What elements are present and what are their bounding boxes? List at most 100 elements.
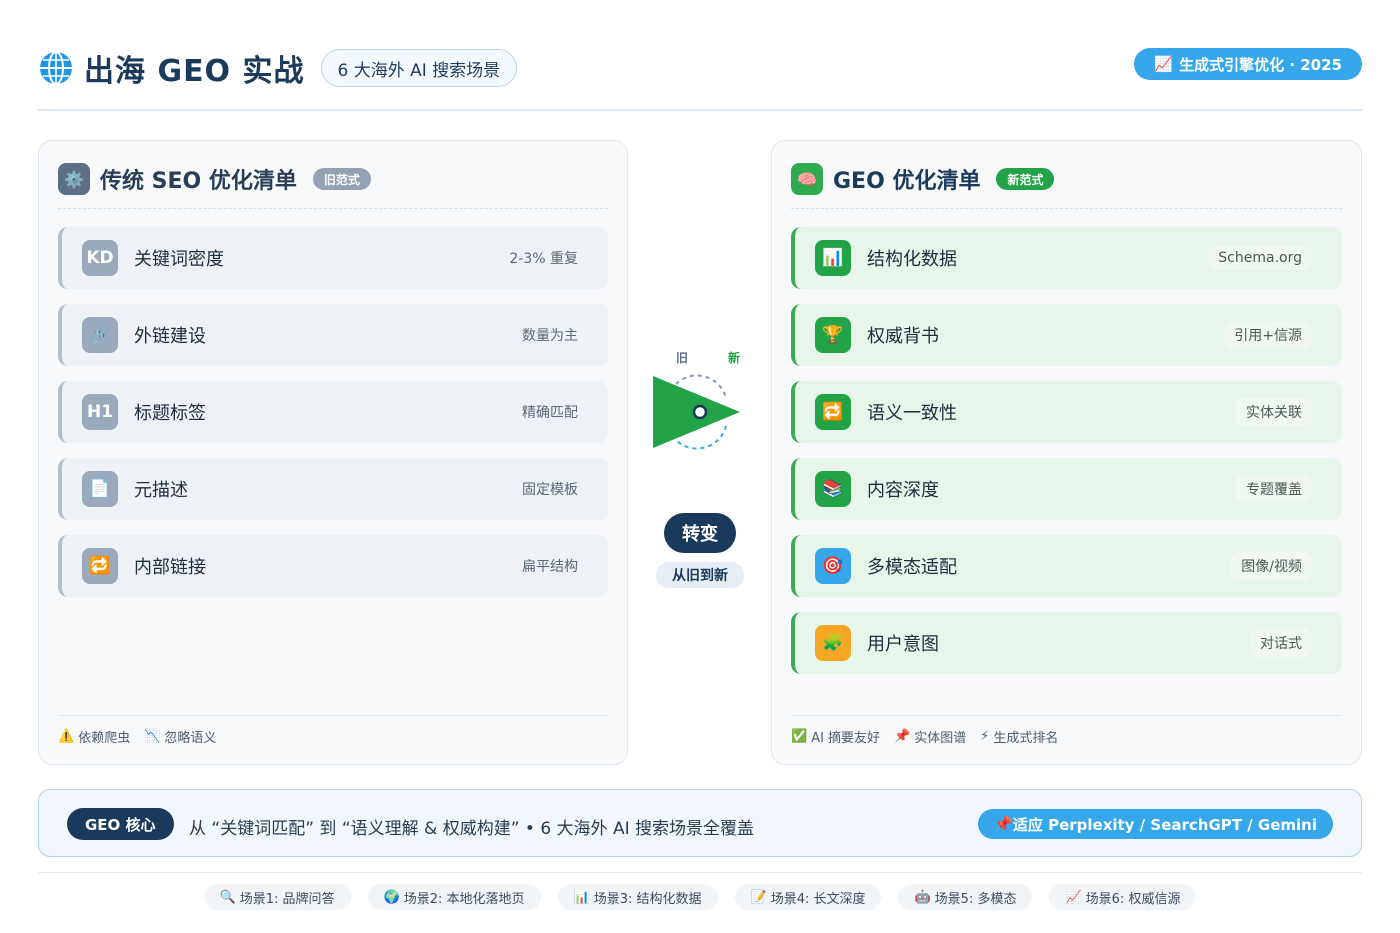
seo-item-backlinks: 🔗 外链建设 数量为主	[58, 304, 608, 366]
puzzle-icon: 🧩	[815, 625, 851, 661]
geo-footer-text: AI 摘要友好	[811, 731, 881, 746]
geo-core-banner: GEO 核心 从 “关键词匹配” 到 “语义理解 & 权威构建” • 6 大海外…	[38, 789, 1362, 857]
geo-item-label: 语义一致性	[867, 403, 957, 424]
pin-icon: 📌	[894, 729, 911, 744]
trophy-icon: 🏆	[815, 317, 851, 353]
seo-panel-title: 传统 SEO 优化清单	[100, 169, 297, 194]
seo-footer-text: 依赖爬虫	[78, 731, 131, 746]
geo-core-pill: GEO 核心	[67, 808, 174, 840]
old-paradigm-badge: 旧范式	[312, 168, 371, 190]
scene-label: 场景4: 长文深度	[770, 891, 866, 907]
h1-icon: H1	[82, 394, 118, 430]
geo-item-tag: 实体关联	[1236, 398, 1312, 426]
geo-item-tag: 引用+信源	[1224, 321, 1312, 349]
geo-item-label: 多模态适配	[867, 557, 957, 578]
geo-panel-title: GEO 优化清单	[833, 169, 981, 194]
old-label: 旧	[676, 351, 689, 365]
seo-item-title-tags: H1 标题标签 精确匹配	[58, 381, 608, 443]
geo-footer: ✅ AI 摘要友好 📌 实体图谱 ⚡ 生成式排名	[791, 727, 1058, 746]
geo-item-tag: 图像/视频	[1231, 552, 1312, 580]
seo-item-tag: 精确匹配	[522, 405, 578, 421]
check-icon: ✅	[791, 729, 808, 744]
robot-icon: 🤖	[914, 889, 931, 905]
scene-label: 场景1: 品牌问答	[239, 891, 335, 907]
scene-chips: 🔍 场景1: 品牌问答 🌍 场景2: 本地化落地页 📊 场景3: 结构化数据 📝…	[0, 884, 1400, 910]
bar-chart-icon: 📊	[573, 889, 590, 905]
chart-down-icon: 📉	[144, 729, 161, 744]
bar-chart-icon: 📊	[815, 240, 851, 276]
pin-icon: 📌	[994, 815, 1013, 833]
scene-label: 场景5: 多模态	[934, 891, 1017, 907]
platforms-badge: 📌 适应 Perplexity / SearchGPT / Gemini	[978, 809, 1333, 839]
transform-subtitle: 从旧到新	[656, 562, 744, 588]
chart-up-icon: 📈	[1154, 55, 1174, 73]
geo-item-label: 结构化数据	[867, 249, 957, 270]
platforms-label: 适应 Perplexity / SearchGPT / Gemini	[1012, 815, 1317, 834]
scene-label: 场景2: 本地化落地页	[403, 891, 525, 907]
scene-chip-4: 📝 场景4: 长文深度	[734, 884, 882, 910]
seo-item-keyword-density: KD 关键词密度 2-3% 重复	[58, 227, 608, 289]
scene-chip-1: 🔍 场景1: 品牌问答	[203, 884, 351, 910]
geo-item-multimodal: 🎯 多模态适配 图像/视频	[791, 535, 1342, 597]
title-group: 出海 GEO 实战 6 大海外 AI 搜索场景	[38, 46, 518, 90]
geo-item-tag: 对话式	[1250, 629, 1312, 657]
seo-checklist-panel: ⚙️ 传统 SEO 优化清单 旧范式 KD 关键词密度 2-3% 重复 🔗 外链…	[38, 140, 628, 765]
search-icon: 🔍	[219, 889, 236, 905]
repeat-icon: 🔁	[82, 548, 118, 584]
seo-panel-header: ⚙️ 传统 SEO 优化清单 旧范式	[58, 163, 371, 195]
seo-item-tag: 固定模板	[522, 482, 578, 498]
transform-badge: 转变	[664, 513, 736, 553]
memo-icon: 📝	[750, 889, 767, 905]
scene-label: 场景3: 结构化数据	[593, 891, 702, 907]
subtitle-pill: 6 大海外 AI 搜索场景	[320, 49, 518, 87]
document-icon: 📄	[82, 471, 118, 507]
seo-panel-divider	[58, 208, 608, 209]
brain-icon: 🧠	[791, 163, 823, 195]
geo-item-label: 用户意图	[867, 634, 939, 655]
target-icon: 🎯	[815, 548, 851, 584]
seo-footer-divider	[58, 715, 608, 716]
warning-icon: ⚠️	[58, 729, 75, 744]
seo-item-meta-description: 📄 元描述 固定模板	[58, 458, 608, 520]
seo-item-tag: 2-3% 重复	[509, 251, 578, 267]
seo-item-label: 外链建设	[134, 326, 206, 347]
header-divider	[38, 109, 1362, 111]
geo-item-tag: 专题覆盖	[1236, 475, 1312, 503]
new-paradigm-badge: 新范式	[996, 168, 1055, 190]
seo-footer-item: 📉 忽略语义	[144, 727, 216, 746]
page-title: 出海 GEO 实战	[84, 54, 305, 89]
books-icon: 📚	[815, 471, 851, 507]
geo-item-content-depth: 📚 内容深度 专题覆盖	[791, 458, 1342, 520]
kd-icon: KD	[82, 240, 118, 276]
seo-item-label: 关键词密度	[134, 249, 224, 270]
geo-item-label: 权威背书	[867, 326, 939, 347]
seo-footer-text: 忽略语义	[164, 731, 217, 746]
transition-labels: 旧 新	[676, 349, 740, 366]
geo-checklist-panel: 🧠 GEO 优化清单 新范式 📊 结构化数据 Schema.org 🏆 权威背书…	[771, 140, 1362, 765]
gear-icon: ⚙️	[58, 163, 90, 195]
geo-footer-divider	[791, 715, 1342, 716]
transition-arrow-icon	[653, 374, 740, 450]
scene-chip-5: 🤖 场景5: 多模态	[898, 884, 1033, 910]
globe-icon: 🌍	[383, 889, 400, 905]
seo-item-label: 内部链接	[134, 557, 206, 578]
geo-footer-text: 生成式排名	[993, 731, 1059, 746]
year-badge: 📈 生成式引擎优化 · 2025	[1134, 48, 1362, 80]
seo-item-internal-links: 🔁 内部链接 扁平结构	[58, 535, 608, 597]
geo-footer-item: ✅ AI 摘要友好	[791, 727, 880, 746]
chart-up-icon: 📈	[1065, 889, 1082, 905]
bottom-divider	[38, 872, 1362, 873]
geo-footer-text: 实体图谱	[914, 731, 967, 746]
globe-icon	[38, 50, 74, 86]
repeat-icon: 🔁	[815, 394, 851, 430]
seo-footer-item: ⚠️ 依赖爬虫	[58, 727, 130, 746]
geo-footer-item: ⚡ 生成式排名	[980, 727, 1058, 746]
year-badge-label: 生成式引擎优化 · 2025	[1179, 55, 1342, 74]
geo-item-structured-data: 📊 结构化数据 Schema.org	[791, 227, 1342, 289]
geo-panel-header: 🧠 GEO 优化清单 新范式	[791, 163, 1055, 195]
seo-footer: ⚠️ 依赖爬虫 📉 忽略语义	[58, 727, 216, 746]
geo-item-tag: Schema.org	[1208, 246, 1312, 270]
geo-panel-divider	[791, 208, 1342, 209]
geo-item-label: 内容深度	[867, 480, 939, 501]
geo-item-authority: 🏆 权威背书 引用+信源	[791, 304, 1342, 366]
